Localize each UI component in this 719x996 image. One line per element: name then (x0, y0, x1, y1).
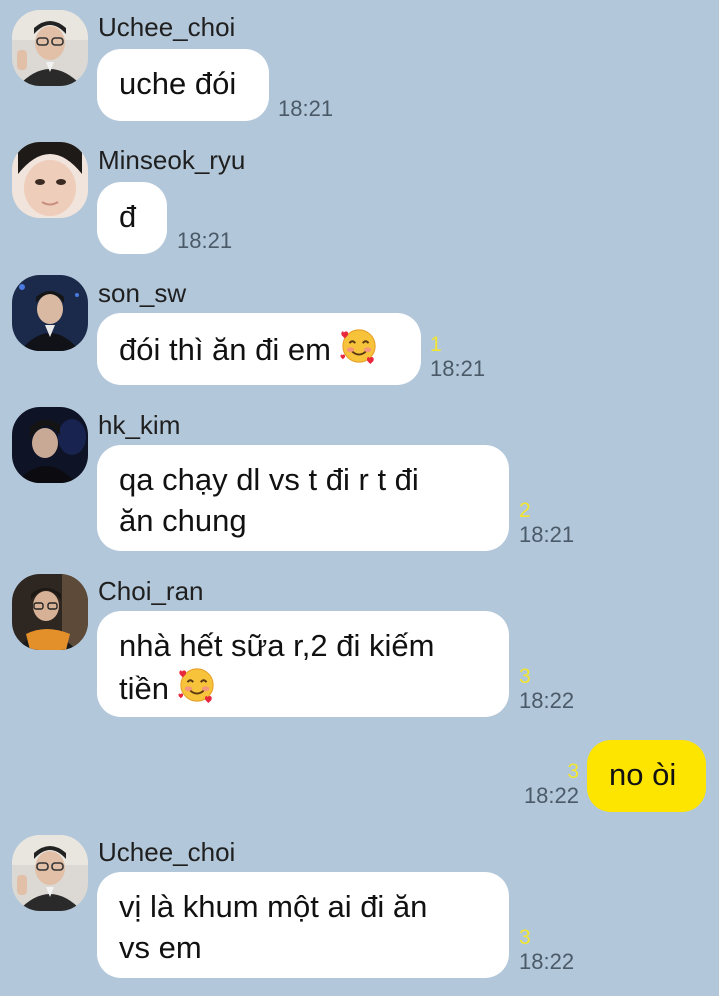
message-meta: 18:21 (278, 96, 333, 122)
message-text: no òi (609, 757, 677, 792)
message-text-line: vị là khum một ai đi ăn (119, 889, 428, 924)
message-meta: 1 18:21 (430, 334, 485, 382)
avatar[interactable] (12, 574, 88, 650)
sender-name: son_sw (98, 278, 187, 308)
avatar[interactable] (12, 407, 88, 483)
message-bubble[interactable]: uche đói (97, 49, 269, 121)
timestamp: 18:21 (278, 96, 334, 121)
message-text-line: ăn chung (119, 503, 247, 538)
message-meta: 18:21 (177, 228, 232, 254)
avatar[interactable] (12, 142, 88, 218)
avatar[interactable] (12, 835, 88, 911)
timestamp: 18:22 (519, 949, 575, 974)
smiling-face-with-hearts-icon (340, 327, 378, 365)
sender-name: hk_kim (98, 410, 181, 440)
message-text-line: nhà hết sữa r,2 đi kiếm (119, 628, 435, 663)
message-bubble-outgoing[interactable]: no òi (587, 740, 706, 812)
message-bubble[interactable]: đ (97, 182, 167, 254)
timestamp: 18:21 (177, 228, 233, 253)
message-meta: 3 18:22 (522, 761, 579, 809)
unread-count: 3 (519, 665, 531, 688)
message-bubble[interactable]: nhà hết sữa r,2 đi kiếm tiền (97, 611, 509, 717)
timestamp: 18:22 (523, 783, 579, 808)
message-text: đ (119, 199, 137, 234)
unread-count: 2 (519, 499, 531, 522)
message-meta: 3 18:22 (519, 666, 574, 714)
smiling-face-with-hearts-icon (178, 666, 216, 704)
sender-name: Choi_ran (98, 576, 204, 606)
message-bubble[interactable]: đói thì ăn đi em (97, 313, 421, 385)
message-text-line: vs em (119, 930, 202, 965)
message-bubble[interactable]: qa chạy dl vs t đi r t đi ăn chung (97, 445, 509, 551)
unread-count: 1 (430, 333, 442, 356)
sender-name: Uchee_choi (98, 837, 236, 867)
avatar[interactable] (12, 10, 88, 86)
message-bubble[interactable]: vị là khum một ai đi ăn vs em (97, 872, 509, 978)
message-text-line: tiền (119, 671, 169, 706)
sender-name: Minseok_ryu (98, 145, 246, 175)
message-text-line: qa chạy dl vs t đi r t đi (119, 462, 419, 497)
message-text: đói thì ăn đi em (119, 332, 331, 367)
timestamp: 18:21 (519, 522, 575, 547)
message-meta: 3 18:22 (519, 927, 574, 975)
unread-count: 3 (567, 760, 579, 783)
timestamp: 18:21 (430, 356, 486, 381)
timestamp: 18:22 (519, 688, 575, 713)
unread-count: 3 (519, 926, 531, 949)
avatar[interactable] (12, 275, 88, 351)
message-meta: 2 18:21 (519, 500, 574, 548)
sender-name: Uchee_choi (98, 12, 236, 42)
message-text: uche đói (119, 66, 237, 101)
